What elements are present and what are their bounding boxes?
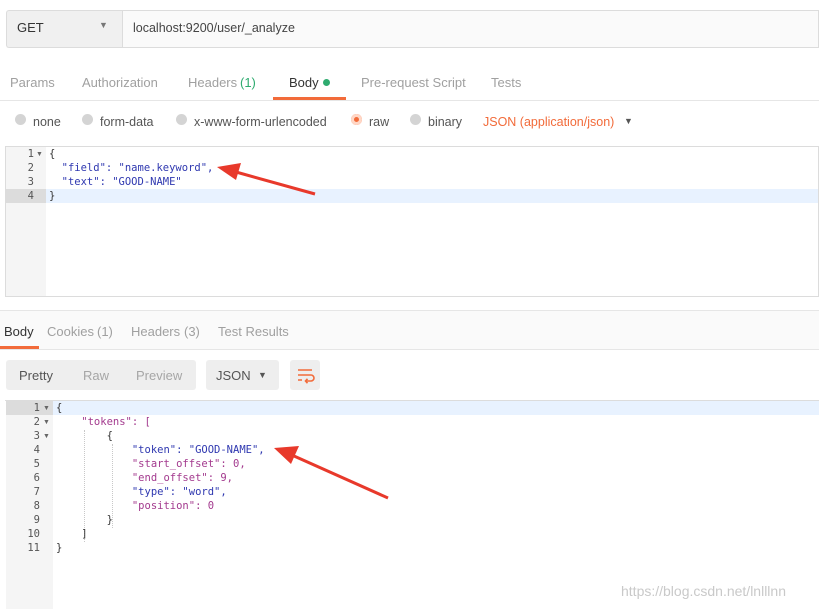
watermark: https://blog.csdn.net/lnlllnn [621, 583, 786, 599]
annotation-arrow-request [217, 163, 316, 196]
annotation-arrows [217, 163, 389, 500]
annotation-arrow-response [274, 446, 389, 500]
